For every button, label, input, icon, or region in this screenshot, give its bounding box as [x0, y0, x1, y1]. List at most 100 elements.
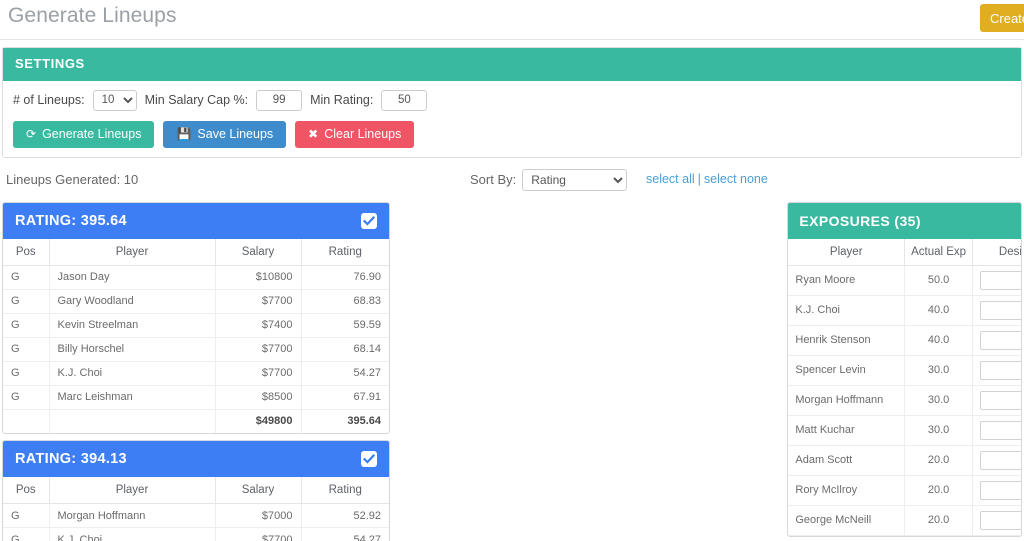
lineup-player-row: G Jason Day $10800 76.90: [3, 265, 389, 290]
lineup-cell-rating: 52.92: [301, 503, 389, 528]
lineup-cell-player: Billy Horschel: [49, 337, 216, 362]
exposures-cell-player: Henrik Stenson: [788, 325, 906, 356]
exposures-cell-actual: 30.0: [904, 415, 974, 446]
lineup-cell-salary: $7700: [215, 361, 302, 386]
lineup-card: RATING: 394.13 Pos Player Salary Rating G Morg…: [2, 440, 390, 541]
lineup-cell-pos: G: [3, 265, 50, 290]
sort-by-select[interactable]: RatingSalaryPlayer: [522, 168, 628, 191]
lineup-cell-salary: $7700: [215, 289, 302, 314]
exposures-row: K.J. Choi 40.0: [788, 295, 1022, 326]
desired-exposure-input[interactable]: [980, 360, 1022, 380]
min-rating-input[interactable]: [381, 89, 428, 111]
exposures-cell-player: Matt Kuchar: [788, 415, 906, 446]
exposures-column-header-actual-exp: Actual Exp: [904, 238, 974, 266]
lineup-cell-player: K.J. Choi: [49, 527, 216, 541]
column-header-player: Player: [49, 238, 216, 266]
exposures-row: Rory McIlroy 20.0: [788, 475, 1022, 506]
exposures-row: Ryan Moore 50.0: [788, 265, 1022, 296]
desired-exposure-input[interactable]: [980, 300, 1022, 320]
exposures-cell-actual: 30.0: [904, 385, 974, 416]
desired-exposure-input[interactable]: [980, 270, 1022, 290]
create-new-button[interactable]: Create New: [980, 4, 1024, 32]
lineup-rating-title: RATING: 395.64: [15, 212, 127, 229]
min-rating-label: Min Rating:: [310, 93, 374, 107]
settings-panel: SETTINGS # of Lineups: 15102050100 Min S…: [2, 47, 1022, 158]
select-all-link[interactable]: select all: [646, 172, 695, 186]
exposures-row: Spencer Levin 30.0: [788, 355, 1022, 386]
exposures-cell-actual: 20.0: [904, 475, 974, 506]
total-salary: $49800: [215, 409, 302, 433]
lineup-table-header-row: Pos Player Salary Rating: [3, 477, 389, 504]
settings-button-row: ⟳ Generate Lineups 💾 Save Lineups ✖ Clea…: [13, 121, 1011, 148]
column-header-salary: Salary: [215, 238, 302, 266]
sort-by-control: Sort By: RatingSalaryPlayer: [470, 168, 628, 191]
lineup-cell-salary: $7700: [215, 337, 302, 362]
lineup-cell-player: K.J. Choi: [49, 361, 216, 386]
column-header-rating: Rating: [301, 477, 389, 504]
lineup-cell-rating: 59.59: [301, 313, 389, 338]
lineup-cell-rating: 54.27: [301, 361, 389, 386]
lineup-cell-rating: 67.91: [301, 385, 389, 410]
exposures-cell-actual: 50.0: [904, 265, 974, 296]
main-content: RATING: 395.64 Pos Player Salary Rating G Jaso…: [0, 201, 1024, 541]
exposures-row: Morgan Hoffmann 30.0: [788, 385, 1022, 416]
lineup-select-checkbox[interactable]: [361, 212, 377, 229]
lineup-cell-rating: 76.90: [301, 265, 389, 290]
save-lineups-button[interactable]: 💾 Save Lineups: [163, 121, 287, 148]
exposures-column-header-desired-exp: Desired Exp: [972, 238, 1022, 266]
generate-lineups-button[interactable]: ⟳ Generate Lineups: [13, 121, 155, 148]
lineup-card-header: RATING: 394.13: [3, 441, 389, 477]
exposures-cell-actual: 40.0: [904, 295, 974, 326]
lineup-cell-salary: $7700: [215, 527, 302, 541]
total-cell-blank: [3, 409, 50, 433]
exposures-cell-player: Adam Scott: [788, 445, 906, 476]
settings-controls-row: # of Lineups: 15102050100 Min Salary Cap…: [13, 88, 1011, 112]
desired-exposure-input[interactable]: [980, 330, 1022, 350]
desired-exposure-input[interactable]: [980, 450, 1022, 470]
clear-lineups-button[interactable]: ✖ Clear Lineups: [295, 121, 415, 148]
column-header-pos: Pos: [3, 238, 50, 266]
lineup-total-row: $49800 395.64: [3, 409, 389, 433]
lineup-player-row: G K.J. Choi $7700 54.27: [3, 361, 389, 386]
desired-exposure-input[interactable]: [980, 510, 1022, 530]
settings-panel-body: # of Lineups: 15102050100 Min Salary Cap…: [3, 81, 1021, 157]
desired-exposure-input[interactable]: [980, 420, 1022, 440]
exposures-table: PlayerActual ExpDesired Exp Ryan Moore50…: [788, 238, 1022, 536]
sort-by-label: Sort By:: [470, 172, 517, 187]
lineup-player-row: G Gary Woodland $7700 68.83: [3, 289, 389, 314]
exposures-cell-player: Rory McIlroy: [788, 475, 906, 506]
lineup-cell-salary: $7000: [215, 503, 302, 528]
generate-lineups-label: Generate Lineups: [42, 127, 142, 141]
exposures-table-header-row: PlayerActual ExpDesired Exp: [788, 238, 1022, 266]
lineups-grid: RATING: 395.64 Pos Player Salary Rating G Jaso…: [2, 201, 781, 541]
lineup-player-row: G Kevin Streelman $7400 59.59: [3, 313, 389, 338]
exposures-row: Henrik Stenson 40.0: [788, 325, 1022, 356]
lineup-cell-pos: G: [3, 289, 50, 314]
num-lineups-label: # of Lineups:: [13, 93, 85, 107]
lineup-cell-pos: G: [3, 313, 50, 338]
num-lineups-select[interactable]: 15102050100: [92, 89, 137, 111]
lineup-table-header-row: Pos Player Salary Rating: [3, 238, 389, 266]
exposures-cell-desired: [972, 265, 1022, 296]
x-icon: ✖: [308, 127, 319, 142]
select-none-link[interactable]: select none: [704, 172, 768, 186]
lineup-cell-salary: $8500: [215, 385, 302, 410]
lineup-cell-pos: G: [3, 527, 50, 541]
lineup-select-checkbox[interactable]: [361, 451, 377, 467]
lineup-cell-pos: G: [3, 361, 50, 386]
total-rating: 395.64: [347, 415, 381, 428]
lineup-table: Pos Player Salary Rating G Jason Day $10800 76.…: [3, 238, 389, 433]
desired-exposure-input[interactable]: [980, 390, 1022, 410]
min-salary-cap-input[interactable]: [256, 89, 303, 111]
exposures-cell-desired: [972, 415, 1022, 446]
lineup-cell-pos: G: [3, 385, 50, 410]
exposures-column-header-player: Player: [788, 238, 906, 266]
exposures-cell-actual: 20.0: [904, 445, 974, 476]
lineups-generated-count: Lineups Generated: 10: [6, 171, 139, 187]
refresh-icon: ⟳: [26, 127, 37, 142]
desired-exposure-input[interactable]: [980, 480, 1022, 500]
lineup-cell-pos: G: [3, 337, 50, 362]
lineup-player-row: G Morgan Hoffmann $7000 52.92: [3, 503, 389, 528]
results-meta-bar: Lineups Generated: 10 Sort By: RatingSal…: [0, 167, 1024, 197]
exposures-cell-desired: [972, 445, 1022, 476]
